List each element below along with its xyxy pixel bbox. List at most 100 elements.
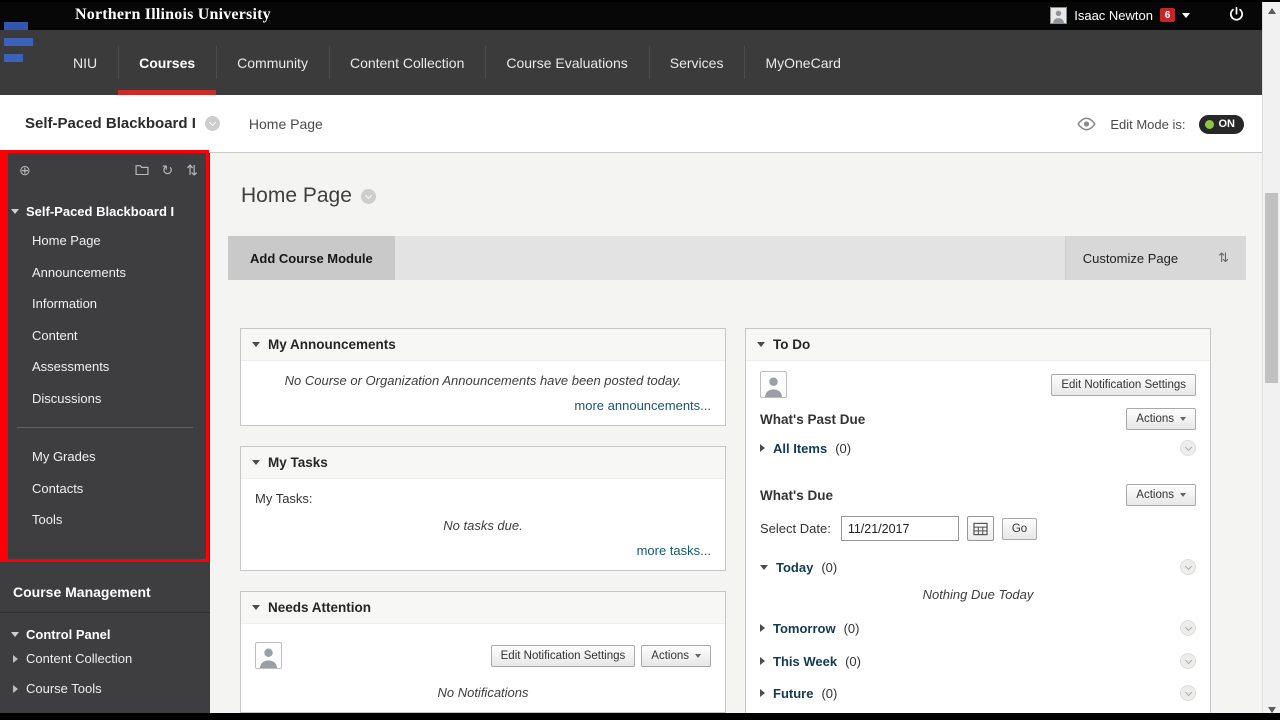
tomorrow-link[interactable]: Tomorrow (773, 621, 836, 636)
expand-icon (760, 444, 765, 452)
edit-notification-settings-button[interactable]: Edit Notification Settings (490, 644, 636, 667)
button-group: Edit Notification Settings Actions (490, 644, 711, 667)
content-area: Home Page Add Course Module Customize Pa… (210, 153, 1262, 720)
collapse-circle-icon[interactable] (1180, 559, 1196, 575)
collapse-circle-icon[interactable] (1180, 653, 1196, 669)
tab-content-collection[interactable]: Content Collection (328, 30, 485, 95)
tab-community[interactable]: Community (216, 30, 329, 95)
expand-icon (760, 657, 765, 665)
empty-message: No tasks due. (443, 518, 523, 533)
menu-item-home-page[interactable]: Home Page (0, 225, 210, 257)
tab-services[interactable]: Services (648, 30, 745, 95)
letterbox-bottom (0, 713, 1280, 720)
collapse-circle-icon[interactable] (1180, 685, 1196, 701)
module-header[interactable]: My Announcements (241, 329, 725, 361)
more-announcements-link[interactable]: more announcements... (255, 398, 711, 413)
control-panel-item-content-collection[interactable]: Content Collection (0, 644, 210, 674)
edit-mode-label: Edit Mode is: (1110, 116, 1186, 132)
tomorrow-count: (0) (843, 620, 860, 636)
go-button[interactable]: Go (1001, 517, 1038, 540)
select-date-input[interactable] (840, 516, 959, 541)
tomorrow-row: Tomorrow (0) (760, 620, 1196, 636)
all-items-link[interactable]: All Items (773, 441, 827, 456)
scrollbar-thumb[interactable] (1265, 193, 1278, 383)
collapse-circle-icon[interactable] (1180, 440, 1196, 456)
menu-item-announcements[interactable]: Announcements (0, 257, 210, 289)
module-to-do: To Do Edit Notification Settings What's … (745, 328, 1211, 714)
tasks-list-label: My Tasks: (255, 491, 313, 506)
customize-page-button[interactable]: Customize Page ⇅ (1064, 236, 1246, 280)
page-title-row: Home Page (210, 153, 1262, 208)
reorder-icon[interactable]: ⇅ (186, 163, 198, 177)
chevron-down-icon (1180, 417, 1186, 421)
all-items-count: (0) (835, 440, 852, 456)
all-items-row: All Items (0) (760, 440, 1196, 456)
modules-columns: My Announcements No Course or Organizati… (240, 328, 1262, 714)
menu-item-information[interactable]: Information (0, 288, 210, 320)
reorder-icon: ⇅ (1218, 250, 1229, 265)
course-management-heading: Course Management (0, 584, 210, 613)
module-header[interactable]: My Tasks (241, 447, 725, 479)
logout-power-button[interactable] (1228, 6, 1245, 23)
user-menu[interactable]: Isaac Newton 6 (1050, 0, 1190, 30)
module-body: My Tasks: No tasks due. more tasks... (241, 479, 725, 570)
page-scrollbar[interactable] (1262, 0, 1280, 720)
edit-notification-settings-button[interactable]: Edit Notification Settings (1051, 373, 1196, 396)
menu-item-tools[interactable]: Tools (0, 504, 210, 536)
overlay-artifact (4, 22, 33, 70)
menu-item-my-grades[interactable]: My Grades (0, 441, 210, 473)
actions-button[interactable]: Actions (1126, 408, 1196, 430)
future-link[interactable]: Future (773, 686, 813, 701)
actions-label: Actions (651, 649, 689, 662)
tab-myonecard[interactable]: MyOneCard (744, 30, 861, 95)
module-body: Edit Notification Settings What's Past D… (746, 361, 1210, 713)
menu-item-content[interactable]: Content (0, 320, 210, 352)
collapse-icon (252, 605, 260, 610)
menu-item-contacts[interactable]: Contacts (0, 473, 210, 505)
module-title: My Announcements (268, 337, 396, 352)
folder-view-icon[interactable] (135, 163, 149, 177)
module-header[interactable]: Needs Attention (241, 592, 725, 624)
whats-past-due-row: What's Past Due Actions (760, 408, 1196, 430)
control-panel-item-label: Content Collection (26, 651, 133, 666)
course-menu-title-toggle[interactable]: Self-Paced Blackboard I (11, 204, 210, 219)
page-options-chevron-icon[interactable] (360, 188, 376, 204)
control-panel-toggle[interactable]: Control Panel (11, 626, 210, 644)
add-course-module-button[interactable]: Add Course Module (228, 236, 395, 280)
edit-mode-state: ON (1218, 118, 1236, 130)
today-link[interactable]: Today (776, 560, 813, 575)
course-breadcrumb-bar: Self-Paced Blackboard I Home Page Edit M… (0, 95, 1262, 153)
whats-past-due-label: What's Past Due (760, 411, 866, 427)
notification-count-badge: 6 (1160, 8, 1175, 22)
menu-item-discussions[interactable]: Discussions (0, 383, 210, 415)
control-panel-item-course-tools[interactable]: Course Tools (0, 674, 210, 704)
nothing-due-message: Nothing Due Today (922, 587, 1034, 602)
refresh-icon[interactable]: ↻ (162, 163, 174, 177)
control-panel-label: Control Panel (26, 627, 111, 642)
add-menu-item-icon[interactable]: ⊕ (19, 163, 31, 177)
calendar-button[interactable] (966, 516, 994, 541)
scroll-up-arrow[interactable] (1263, 3, 1280, 19)
this-week-link[interactable]: This Week (773, 654, 837, 669)
empty-message: No Notifications (437, 685, 529, 700)
module-title: My Tasks (268, 455, 328, 470)
edit-mode-toggle[interactable]: ON (1198, 114, 1244, 134)
course-menu-list: Home Page Announcements Information Cont… (0, 225, 210, 536)
course-options-chevron-icon[interactable] (204, 116, 220, 131)
collapse-circle-icon[interactable] (1180, 620, 1196, 636)
tab-course-evaluations[interactable]: Course Evaluations (485, 30, 648, 95)
menu-item-assessments[interactable]: Assessments (0, 351, 210, 383)
select-date-row: Select Date: Go (760, 516, 1196, 541)
student-preview-eye-icon[interactable] (1076, 117, 1097, 131)
module-title: To Do (773, 337, 811, 352)
module-needs-attention: Needs Attention Edit Notification Settin… (240, 591, 726, 713)
all-items-group: All Items (0) (760, 441, 851, 456)
tab-niu[interactable]: NIU (52, 30, 118, 95)
collapse-icon (11, 632, 19, 637)
actions-button[interactable]: Actions (1126, 484, 1196, 506)
tab-courses[interactable]: Courses (118, 30, 217, 95)
module-header[interactable]: To Do (746, 329, 1210, 361)
whats-due-row: What's Due Actions (760, 484, 1196, 506)
actions-button[interactable]: Actions (641, 644, 711, 667)
more-tasks-link[interactable]: more tasks... (255, 543, 711, 558)
